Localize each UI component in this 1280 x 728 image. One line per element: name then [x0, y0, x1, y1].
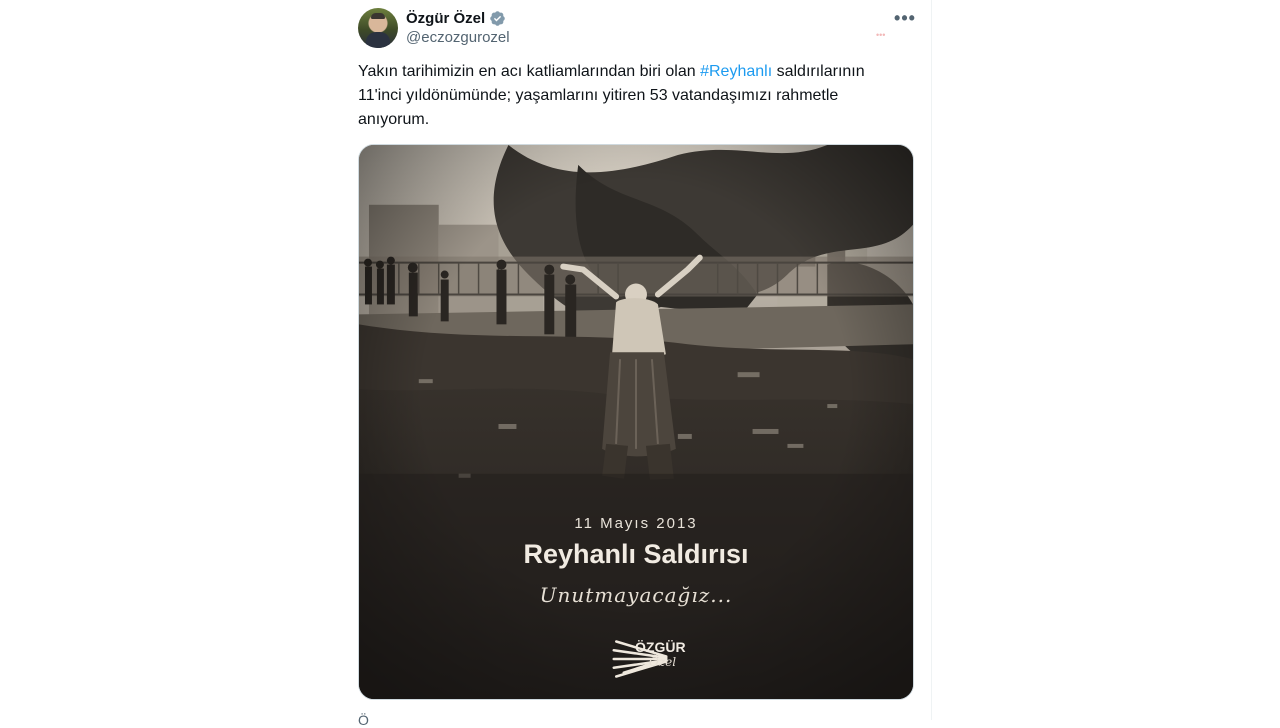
- avatar[interactable]: [358, 8, 398, 48]
- avatar-suit: [366, 32, 390, 48]
- tweet[interactable]: Özgür Özel @eczozgurozel ••• ••• Yakın t…: [342, 0, 931, 728]
- avatar-hair: [371, 13, 385, 19]
- media-date: 11 Mayıs 2013: [574, 515, 698, 532]
- brand-name: ÖZGÜR: [635, 639, 686, 655]
- author-display-name[interactable]: Özgür Özel: [406, 10, 485, 27]
- media-title: Reyhanlı Saldırısı: [523, 539, 749, 569]
- party-logo: ÖZGÜR Özel: [585, 637, 695, 678]
- faint-watermark: •••: [876, 30, 886, 40]
- hashtag-link[interactable]: #Reyhanlı: [700, 63, 772, 80]
- author-handle[interactable]: @eczozgurozel: [406, 29, 510, 46]
- more-icon[interactable]: •••: [890, 8, 920, 28]
- tweet-media-image[interactable]: 11 Mayıs 2013 Reyhanlı Saldırısı Unutmay…: [358, 144, 914, 700]
- author-name-row: Özgür Özel: [406, 8, 506, 28]
- timeline-divider: [931, 0, 932, 720]
- media-script: Unutmayacağız...: [539, 583, 733, 607]
- tweet-text: Yakın tarihimizin en acı katliamlarından…: [358, 60, 914, 132]
- brand-script: Özel: [649, 655, 677, 669]
- memorial-photo: [359, 145, 913, 699]
- truncated-next-line: Ö: [358, 712, 369, 728]
- verified-badge-icon[interactable]: [489, 10, 506, 27]
- tweet-text-before: Yakın tarihimizin en acı katliamlarından…: [358, 63, 701, 80]
